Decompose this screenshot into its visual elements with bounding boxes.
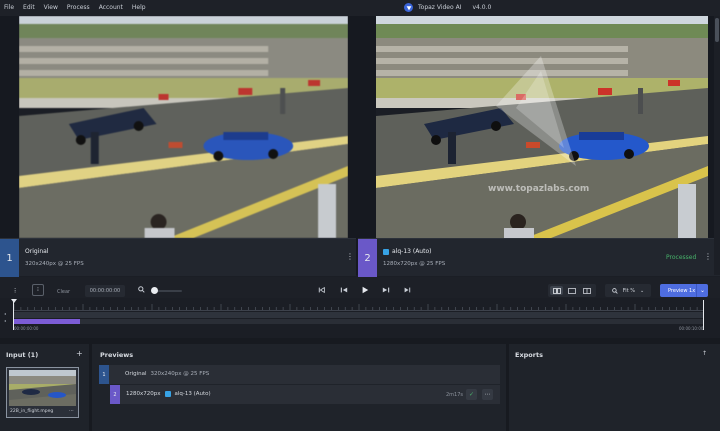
zoom-icon bbox=[138, 286, 145, 295]
track-label-icon-2: ◂ bbox=[4, 318, 7, 323]
processed-more-icon[interactable]: ⋮ bbox=[704, 253, 712, 261]
timecode-display[interactable]: 00:00:00:00 bbox=[85, 285, 125, 297]
model-icon-2 bbox=[164, 391, 171, 397]
original-more-icon[interactable]: ⋮ bbox=[346, 253, 354, 261]
fit-zoom-value: Fit % bbox=[622, 287, 635, 294]
preview-row-processed[interactable]: 2 1280x720px alq-13 (Auto) 2m17s ✓ ⋯ bbox=[110, 385, 500, 404]
preview-button-label: Preview 1x bbox=[668, 287, 696, 294]
marker-button[interactable]: ⁝ bbox=[32, 284, 44, 296]
topaz-watermark-text: www.topazlabs.com bbox=[488, 184, 590, 194]
processed-video-frame bbox=[376, 16, 708, 238]
original-video-pane[interactable] bbox=[19, 16, 348, 238]
add-input-icon[interactable]: + bbox=[76, 349, 83, 358]
processed-video-pane[interactable]: www.topazlabs.com bbox=[376, 16, 708, 238]
input-file-name: 22B_in_flight.mpeg bbox=[10, 409, 54, 414]
topaz-logo-icon bbox=[404, 3, 413, 12]
viewer-scrollbar-thumb[interactable] bbox=[715, 18, 719, 42]
original-number-badge: 1 bbox=[0, 239, 19, 277]
single-view-button[interactable] bbox=[565, 286, 578, 295]
menu-edit[interactable]: Edit bbox=[23, 4, 35, 11]
preview-row-meta: 320x240px @ 25 FPS bbox=[150, 371, 210, 377]
preview-dropdown-icon[interactable]: ⌄ bbox=[696, 284, 708, 297]
viewer-scrollbar[interactable] bbox=[714, 16, 720, 275]
play-icon[interactable] bbox=[361, 286, 369, 296]
original-video-frame bbox=[19, 16, 348, 238]
menu-account[interactable]: Account bbox=[99, 4, 123, 11]
side-by-side-view-button[interactable] bbox=[550, 286, 563, 295]
menu-file[interactable]: File bbox=[4, 4, 14, 11]
preview-row-model: alq-13 (Auto) bbox=[174, 391, 211, 397]
handle-icon[interactable]: ⁝ bbox=[14, 287, 16, 295]
app-title: Topaz Video AI bbox=[418, 4, 462, 11]
menu-bar: File Edit View Process Account Help Topa… bbox=[0, 0, 720, 16]
preview-row-number: 1 bbox=[99, 365, 109, 384]
view-mode-group bbox=[548, 284, 596, 297]
menu-help[interactable]: Help bbox=[132, 4, 146, 11]
previews-title: Previews bbox=[100, 351, 134, 359]
preview-row-number-2: 2 bbox=[110, 385, 120, 404]
zoom-slider-knob[interactable] bbox=[151, 287, 158, 294]
ruler-baseline bbox=[14, 310, 704, 311]
window-title: Topaz Video AI v4.0.0 bbox=[404, 3, 491, 12]
preview-row-original[interactable]: 1 Original 320x240px @ 25 FPS bbox=[99, 365, 500, 384]
go-start-icon[interactable] bbox=[318, 286, 326, 296]
track-label-icon: ◂ bbox=[4, 311, 7, 316]
magnifier-icon bbox=[611, 287, 618, 294]
go-end-icon[interactable] bbox=[403, 286, 411, 296]
original-name-label: Original bbox=[25, 248, 49, 255]
processed-meta: 1280x720px @ 25 FPS bbox=[383, 261, 446, 267]
processed-name: alq-13 (Auto) bbox=[383, 248, 431, 255]
preview-row-resolution: 1280x720px bbox=[126, 391, 161, 397]
playhead-handle[interactable] bbox=[11, 299, 17, 303]
timeline-end-time: 00:00:10:00 bbox=[679, 326, 704, 331]
preview-row-text: Original 320x240px @ 25 FPS bbox=[125, 371, 209, 377]
exports-panel: Exports bbox=[509, 344, 720, 431]
preview-row-more-icon[interactable]: ⋯ bbox=[482, 389, 493, 400]
menu-process[interactable]: Process bbox=[67, 4, 90, 11]
clear-button[interactable]: Clear bbox=[57, 288, 70, 296]
preview-row-time: 2m17s bbox=[446, 392, 464, 398]
original-meta: 320x240px @ 25 FPS bbox=[25, 261, 84, 267]
preview-row-name: Original bbox=[125, 371, 147, 377]
viewer-divider bbox=[348, 16, 376, 275]
chevron-down-icon: ⌄ bbox=[640, 287, 645, 294]
source-track[interactable] bbox=[14, 312, 704, 318]
input-thumbnail bbox=[9, 370, 76, 406]
processed-number-badge: 2 bbox=[358, 239, 377, 277]
original-info-bar: 1 Original 320x240px @ 25 FPS ⋮ bbox=[0, 238, 356, 277]
original-name: Original bbox=[25, 248, 48, 255]
viewer-left-margin bbox=[0, 16, 19, 275]
check-icon[interactable]: ✓ bbox=[466, 389, 477, 400]
preview-track[interactable] bbox=[14, 319, 704, 324]
sort-up-icon[interactable]: ↑ bbox=[702, 350, 707, 357]
processed-name-label: alq-13 (Auto) bbox=[392, 248, 432, 255]
preview-range[interactable] bbox=[14, 319, 80, 324]
input-title: Input (1) bbox=[6, 351, 39, 359]
app-version: v4.0.0 bbox=[472, 4, 492, 11]
processed-status: Processed bbox=[666, 254, 697, 261]
step-forward-icon[interactable] bbox=[382, 286, 390, 296]
timeline-start-time: 00:00:00:00 bbox=[14, 326, 39, 331]
menu: File Edit View Process Account Help bbox=[4, 4, 146, 11]
fit-zoom-select[interactable]: Fit % ⌄ bbox=[605, 284, 651, 297]
model-icon bbox=[383, 248, 389, 255]
input-more-icon[interactable]: ⋯ bbox=[69, 408, 74, 414]
preview-row-text-2: 1280x720px alq-13 (Auto) bbox=[126, 391, 211, 397]
menu-view[interactable]: View bbox=[44, 4, 58, 11]
exports-title: Exports bbox=[515, 351, 543, 359]
split-view-button[interactable] bbox=[580, 286, 593, 295]
step-back-icon[interactable] bbox=[340, 286, 348, 296]
preview-button[interactable]: Preview 1x ⌄ bbox=[660, 284, 708, 297]
input-file-card[interactable]: 22B_in_flight.mpeg ⋯ bbox=[6, 367, 79, 418]
